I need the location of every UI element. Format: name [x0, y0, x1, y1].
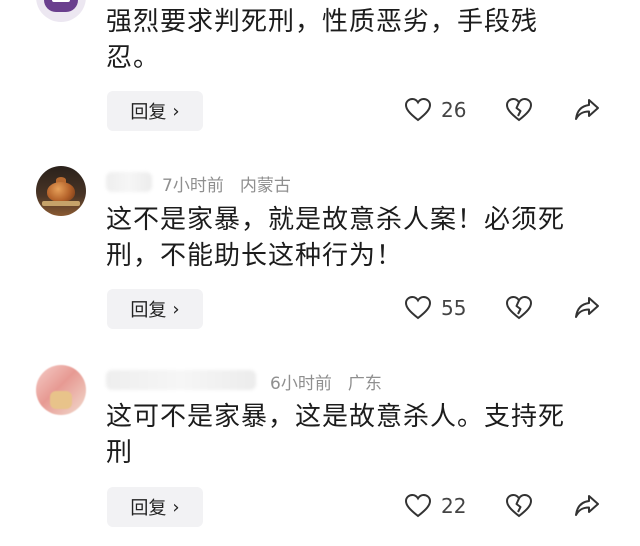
reply-button[interactable]: 回复 › — [107, 91, 203, 131]
avatar-image — [50, 391, 72, 409]
heart-outline-icon — [405, 296, 431, 320]
comment-location: 广东 — [347, 374, 382, 394]
comment-text-line: 刑 — [106, 438, 134, 468]
avatar-tray — [42, 201, 80, 206]
like-count: 22 — [441, 494, 467, 518]
share-button[interactable] — [574, 494, 600, 518]
reply-label: 回复 — [130, 102, 167, 123]
like-button[interactable]: 22 — [405, 494, 466, 518]
comment-meta: 7小时前 内蒙古 — [162, 171, 291, 196]
comment-location: 内蒙古 — [239, 176, 291, 196]
avatar[interactable] — [36, 365, 86, 415]
comment-text: 这不是家暴，就是故意杀人案！必须死 刑，不能助长这种行为！ — [106, 202, 606, 274]
chevron-right-icon: › — [172, 496, 180, 518]
heart-outline-icon — [405, 98, 431, 122]
reply-button[interactable]: 回复 › — [107, 289, 203, 329]
reply-button[interactable]: 回复 › — [107, 487, 203, 527]
comment-text-line: 忍。 — [106, 43, 161, 73]
comment-text-line: 刑，不能助长这种行为！ — [106, 241, 404, 271]
comment-text-line: 强烈要求判死刑，性质恶劣，手段残 — [106, 7, 539, 37]
comment-text-line: 这可不是家暴，这是故意杀人。支持死 — [106, 402, 566, 432]
dislike-button[interactable] — [506, 296, 532, 320]
heart-outline-icon — [405, 494, 431, 518]
chevron-right-icon: › — [172, 298, 180, 320]
comment-item: 强烈要求判死刑，性质恶劣，手段残 忍。 回复 › 26 — [0, 0, 640, 140]
comment-text-line: 这不是家暴，就是故意杀人案！必须死 — [106, 205, 566, 235]
like-button[interactable]: 55 — [405, 296, 466, 320]
avatar[interactable] — [36, 0, 86, 22]
like-count: 55 — [441, 296, 467, 320]
username[interactable] — [106, 370, 256, 390]
avatar[interactable] — [36, 166, 86, 216]
comment-time: 7小时前 — [162, 176, 224, 196]
username[interactable] — [106, 172, 152, 192]
dislike-button[interactable] — [506, 98, 532, 122]
avatar-teeth — [52, 0, 70, 2]
comment-text: 这可不是家暴，这是故意杀人。支持死 刑 — [106, 399, 606, 471]
like-count: 26 — [441, 98, 467, 122]
reply-label: 回复 — [130, 300, 167, 321]
avatar-teapot — [47, 182, 75, 202]
reply-label: 回复 — [130, 498, 167, 519]
share-button[interactable] — [574, 98, 600, 122]
share-arrow-icon — [575, 99, 599, 120]
share-arrow-icon — [575, 297, 599, 318]
comment-item: 6小时前 广东 这可不是家暴，这是故意杀人。支持死 刑 回复 › 22 — [0, 357, 640, 546]
comment-time: 6小时前 — [270, 374, 332, 394]
like-button[interactable]: 26 — [405, 98, 466, 122]
dislike-button[interactable] — [506, 494, 532, 518]
broken-heart-icon — [506, 98, 532, 122]
broken-heart-icon — [506, 296, 532, 320]
comment-text: 强烈要求判死刑，性质恶劣，手段残 忍。 — [106, 4, 606, 76]
share-button[interactable] — [574, 296, 600, 320]
comment-item: 7小时前 内蒙古 这不是家暴，就是故意杀人案！必须死 刑，不能助长这种行为！ 回复… — [0, 160, 640, 350]
comment-meta: 6小时前 广东 — [270, 369, 382, 394]
share-arrow-icon — [575, 495, 599, 516]
chevron-right-icon: › — [172, 100, 180, 122]
broken-heart-icon — [506, 494, 532, 518]
